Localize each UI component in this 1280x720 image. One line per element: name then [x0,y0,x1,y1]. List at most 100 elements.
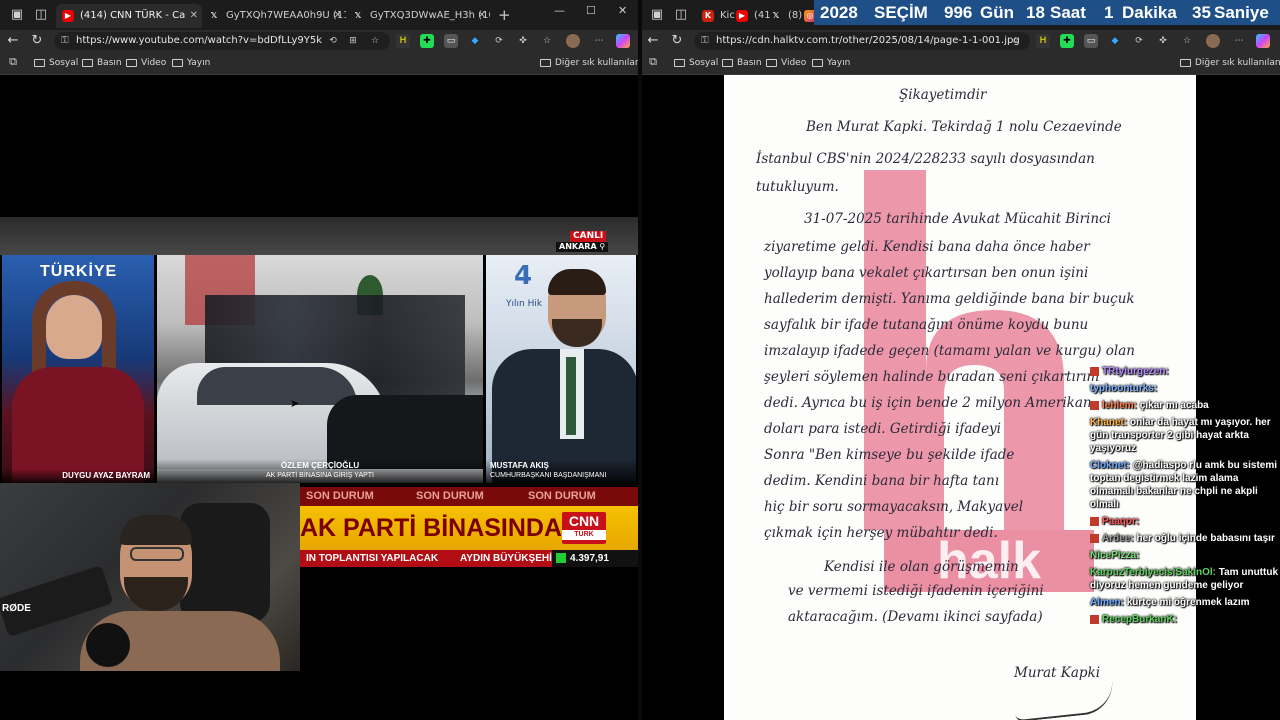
apps-icon[interactable]: ⊞ [346,34,360,48]
tab-image-2[interactable]: 𝕏 GyTXQ3DWwAE_H3h (1036× ✕ [346,4,490,28]
youtube-icon: ▶ [736,10,748,22]
copilot-icon[interactable] [1256,34,1270,48]
extension-icon[interactable]: H [396,34,410,48]
presenter-body [12,367,144,483]
reading-list-icon[interactable]: ⧉ [4,53,22,71]
lower-third: MUSTAFA AKIŞ CUMHURBAŞKANI BAŞDANIŞMANI [486,459,636,483]
bookmark-folder[interactable]: Basın [722,56,762,70]
tab-image-1[interactable]: 𝕏 GyTXQh7WEAA0h9U (1122× ✕ [202,4,346,28]
workspaces-icon[interactable]: ▣ [648,6,666,24]
letter-line: dedi. Ayrıca bu iş için bende 2 milyon A… [764,395,1092,411]
letter-line: imzalayıp ifadede geçen (tamamı yalan ve… [764,343,1135,359]
favorites-icon[interactable]: ☆ [540,34,554,48]
profile-avatar[interactable] [1206,34,1220,48]
tab-youtube[interactable]: ▶ (414) CNN TÜRK - Ca ✕ [56,4,202,28]
url-field[interactable]: ⚿ https://cdn.halktv.com.tr/other/2025/0… [694,32,1030,50]
read-aloud-icon[interactable]: ⟲ [326,34,340,48]
letter-line: doları para istedi. Getirdiği ifadeyi [764,421,1002,437]
guest-panel: 4 Yılın Hik MUSTAFA AKIŞ CUMHURBAŞKANI BA… [486,255,636,483]
tab-actions-icon[interactable]: ◫ [672,6,690,24]
address-bar-row: ← ↻ ⚿ https://www.youtube.com/watch?v=bd… [0,30,638,52]
chair [180,503,270,623]
letter-line: ve vermemi istediği ifadenin içeriğini [788,583,1044,599]
site-info-icon[interactable]: ⚿ [701,32,709,50]
countdown-minutes: 1 [1104,3,1114,22]
sub-badge-icon [1090,614,1099,624]
workspaces-icon[interactable]: ▣ [8,6,26,24]
extensions-puzzle-icon[interactable]: ✜ [516,34,530,48]
market-label: AYDIN BÜYÜKŞEHİ [460,553,552,564]
bookmark-folder[interactable]: Yayın [812,56,850,70]
favorite-star-icon[interactable]: ☆ [1008,34,1022,48]
chat-message: Ardee: her oğlu içinde babasını taşır [1090,532,1280,545]
chat-message: Khanet: onlar da hayat mı yaşıyor. her g… [1090,417,1271,454]
back-icon[interactable]: ← [4,32,22,50]
tab-actions-icon[interactable]: ◫ [32,6,50,24]
video-player[interactable]: CANLI ANKARA ⚲ TÜRKİYE DUYGU AYAZ BAYRAM… [0,75,638,720]
bookmark-folder[interactable]: Video [126,56,166,70]
guest-hair [548,269,606,295]
favorite-star-icon[interactable]: ☆ [368,34,382,48]
x-icon: 𝕏 [210,11,218,20]
extension-icon[interactable]: ◆ [1108,34,1122,48]
lower-third: DUYGU AYAZ BAYRAM [2,469,154,483]
x-icon: 𝕏 [354,11,362,20]
guest-tie [566,357,576,435]
close-window-button[interactable]: ✕ [618,4,627,17]
chat-message: Almen: kürtçe mi öğrenmek lazım [1090,597,1250,608]
kick-icon: K [702,10,714,22]
extension-icon[interactable]: ✚ [420,34,434,48]
back-icon[interactable]: ← [644,32,662,50]
sub-badge-icon [1090,366,1099,376]
minimize-button[interactable]: — [554,4,565,17]
sub-badge-icon [1090,400,1099,410]
mic-brand-label: RØDE [2,603,31,614]
favorites-icon[interactable]: ☆ [1180,34,1194,48]
letter-line: yollayıp bana vekalet çıkartırsan ben on… [764,265,1089,281]
tab-title: (414) CNN TÜRK - Ca [80,10,186,21]
bookmark-folder[interactable]: Basın [82,56,122,70]
extension-icon[interactable]: H [1036,34,1050,48]
more-menu-icon[interactable]: ⋯ [1232,34,1246,48]
refresh-icon[interactable]: ↻ [28,32,46,50]
signature-name: Murat Kapki [1014,665,1101,681]
broadcast-header [0,217,638,255]
bookmark-folder[interactable]: Yayın [172,56,210,70]
extension-icon[interactable]: ▭ [1084,34,1098,48]
countdown-days-unit: Gün [980,3,1014,22]
close-tab-icon[interactable]: ✕ [334,4,342,28]
site-info-icon[interactable]: ⚿ [61,32,69,50]
extension-icon[interactable]: ✚ [1060,34,1074,48]
youtube-icon: ▶ [62,10,74,22]
url-text: https://www.youtube.com/watch?v=bdDfLLy9… [76,35,323,46]
extension-icon[interactable]: ◆ [468,34,482,48]
extension-icon[interactable]: ▭ [444,34,458,48]
other-bookmarks-folder[interactable]: Diğer sık kullanılanlar [540,56,638,70]
breaking-banner: SON DURUM SON DURUM SON DURUM [300,487,638,506]
mouse-cursor: ➤ [290,397,300,410]
close-tab-icon[interactable]: ✕ [478,4,486,28]
chat-message: NicePizza: [1090,550,1140,561]
more-menu-icon[interactable]: ⋯ [592,34,606,48]
maximize-button[interactable]: ☐ [586,4,596,17]
copilot-icon[interactable] [616,34,630,48]
bookmark-folder[interactable]: Sosyal [674,56,718,70]
other-bookmarks-folder[interactable]: Diğer sık kullanılanlar [1180,56,1280,70]
extensions-puzzle-icon[interactable]: ✜ [1156,34,1170,48]
extension-icon[interactable]: ⟳ [1132,34,1146,48]
extension-icon[interactable]: ⟳ [492,34,506,48]
reading-list-icon[interactable]: ⧉ [644,53,662,71]
bookmarks-bar: ⧉ Sosyal Basın Video Yayın Diğer sık kul… [0,52,638,75]
bookmark-folder[interactable]: Video [766,56,806,70]
letter-line: hiç bir soru sormayacaksın, Makyavel [764,499,1024,515]
letter-line: Kendisi ile olan görüşmemin [824,559,1019,575]
news-ticker: IN TOPLANTISI YAPILACAK AYDIN BÜYÜKŞEHİ … [300,550,638,567]
profile-avatar[interactable] [566,34,580,48]
election-countdown: 2028 SEÇİM 996 Gün 18 Saat 1 Dakika 35 S… [814,0,1280,25]
refresh-icon[interactable]: ↻ [668,32,686,50]
right-browser-window: ▣ ◫ K Kic ▶ (41 𝕏 (8) ◎ ← ↻ ⚿ https://cd… [642,0,1280,720]
close-tab-icon[interactable]: ✕ [190,4,198,28]
new-tab-button[interactable]: + [498,6,511,24]
bookmark-folder[interactable]: Sosyal [34,56,78,70]
letter-line: ziyaretime geldi. Kendisi bana daha önce… [764,239,1090,255]
